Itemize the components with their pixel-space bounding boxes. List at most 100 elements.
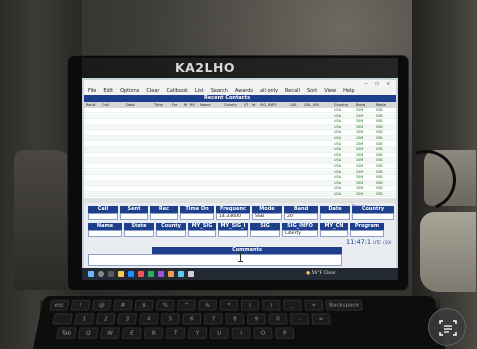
app-icon[interactable] bbox=[138, 271, 144, 277]
keyboard-key[interactable]: - bbox=[289, 313, 310, 325]
table-row[interactable]: USA 20M SSB bbox=[84, 130, 396, 136]
field-my-sig-i[interactable] bbox=[218, 230, 248, 237]
keyboard-key[interactable]: ) bbox=[262, 299, 281, 311]
keyboard-key[interactable]: Backspace bbox=[325, 299, 363, 311]
field-mode[interactable]: SSB bbox=[252, 213, 282, 220]
keyboard-key[interactable]: 6 bbox=[182, 313, 202, 325]
keyboard-key[interactable]: W bbox=[99, 327, 121, 339]
table-row[interactable]: USA 20M SSB bbox=[84, 192, 396, 198]
field-state[interactable] bbox=[124, 230, 154, 237]
field-rec[interactable] bbox=[150, 213, 178, 220]
field-frequenc[interactable]: 14.33600 bbox=[216, 213, 250, 220]
table-row[interactable]: USA 20M SSB bbox=[84, 175, 396, 181]
menu-item-sort[interactable]: Sort bbox=[307, 87, 317, 95]
field-call[interactable] bbox=[88, 213, 118, 220]
table-row[interactable]: USA 20M SSB bbox=[84, 180, 396, 187]
table-row[interactable]: USA 20M SSB bbox=[84, 108, 396, 114]
menu-item-all-only[interactable]: all only bbox=[260, 87, 278, 95]
keyboard-key[interactable] bbox=[52, 313, 73, 325]
keyboard-key[interactable]: T bbox=[165, 327, 186, 339]
keyboard-key[interactable]: Q bbox=[77, 327, 99, 339]
field-date[interactable] bbox=[320, 213, 350, 220]
app-icon[interactable] bbox=[188, 271, 194, 277]
table-row[interactable]: USA 20M SSB bbox=[84, 158, 396, 164]
menu-item-view[interactable]: View bbox=[324, 87, 336, 95]
window-controls[interactable]: — ☐ ✕ bbox=[364, 80, 393, 87]
keyboard-key[interactable]: 5 bbox=[160, 313, 180, 325]
keyboard-key[interactable]: 4 bbox=[139, 313, 159, 325]
keyboard-key[interactable]: Y bbox=[187, 327, 207, 339]
keyboard-key[interactable]: I bbox=[231, 327, 251, 339]
menu-item-callbook[interactable]: Callbook bbox=[166, 87, 188, 95]
table-row[interactable]: USA 20M SSB bbox=[84, 186, 396, 192]
keyboard-key[interactable]: Tab bbox=[55, 327, 77, 339]
start-icon[interactable] bbox=[88, 271, 94, 277]
keyboard-key[interactable]: $ bbox=[134, 299, 154, 311]
field-country[interactable] bbox=[352, 213, 394, 220]
search-icon[interactable] bbox=[98, 271, 104, 277]
menu-item-search[interactable]: Search bbox=[211, 87, 228, 95]
field-band[interactable]: 20 bbox=[284, 213, 318, 220]
table-row[interactable]: USA 20M SSB bbox=[84, 113, 396, 119]
file-explorer-icon[interactable] bbox=[118, 271, 124, 277]
keyboard-key[interactable]: 7 bbox=[203, 313, 223, 325]
table-row[interactable]: USA 20M SSB bbox=[84, 147, 396, 153]
keyboard-key[interactable]: 1 bbox=[74, 313, 95, 325]
keyboard-key[interactable]: O bbox=[253, 327, 273, 339]
keyboard-key[interactable]: @ bbox=[91, 299, 112, 311]
app-icon[interactable] bbox=[178, 271, 184, 277]
menu-item-options[interactable]: Options bbox=[120, 87, 139, 95]
field-sent[interactable] bbox=[120, 213, 148, 220]
keyboard-key[interactable]: 8 bbox=[225, 313, 245, 325]
app-icon[interactable] bbox=[168, 271, 174, 277]
app-icon[interactable] bbox=[148, 271, 154, 277]
keyboard-key[interactable]: # bbox=[113, 299, 133, 311]
keyboard-key[interactable]: _ bbox=[283, 299, 302, 311]
menu-item-list[interactable]: List bbox=[195, 87, 204, 95]
taskbar-weather[interactable]: ● 56°F Clear bbox=[306, 271, 336, 276]
keyboard-key[interactable]: ^ bbox=[177, 299, 196, 311]
field-name[interactable] bbox=[88, 230, 122, 237]
field-sig-info[interactable]: Liberty bbox=[282, 230, 318, 237]
keyboard-key[interactable]: 9 bbox=[247, 313, 266, 325]
keyboard-key[interactable]: = bbox=[311, 313, 331, 325]
contacts-table[interactable]: Rec# Call Date Time Fre M RS Name County ST Id SIG_… bbox=[84, 102, 396, 198]
menu-item-clear[interactable]: Clear bbox=[146, 87, 159, 95]
menu-item-awards[interactable]: Awards bbox=[235, 87, 253, 95]
keyboard-key[interactable]: 2 bbox=[95, 313, 116, 325]
keyboard-key[interactable]: esc bbox=[49, 299, 70, 311]
field-program[interactable] bbox=[350, 230, 384, 237]
keyboard-key[interactable]: & bbox=[198, 299, 217, 311]
field-sig[interactable] bbox=[250, 230, 280, 237]
table-row[interactable]: USA 20M SSB bbox=[84, 142, 396, 147]
app-icon[interactable] bbox=[158, 271, 164, 277]
menu-item-edit[interactable]: Edit bbox=[103, 87, 113, 95]
scan-text-button[interactable] bbox=[428, 308, 466, 346]
keyboard-key[interactable]: * bbox=[219, 299, 238, 311]
field-my-sig[interactable] bbox=[188, 230, 216, 237]
table-row[interactable]: USA 20M SSB bbox=[84, 136, 396, 142]
keyboard-key[interactable]: % bbox=[155, 299, 175, 311]
keyboard-key[interactable]: 3 bbox=[117, 313, 138, 325]
menu-item-help[interactable]: Help bbox=[343, 87, 354, 95]
keyboard-key[interactable]: + bbox=[304, 299, 324, 311]
table-row[interactable]: USA 20M SSB bbox=[84, 153, 396, 159]
keyboard-key[interactable]: ! bbox=[70, 299, 91, 311]
comments-field[interactable] bbox=[88, 254, 342, 266]
keyboard-key[interactable]: P bbox=[275, 327, 295, 339]
menu-item-recall[interactable]: Recall bbox=[285, 87, 300, 95]
keyboard-key[interactable]: U bbox=[209, 327, 229, 339]
field-time-on[interactable] bbox=[180, 213, 214, 220]
table-row[interactable]: USA 20M SSB bbox=[84, 119, 396, 125]
table-row[interactable]: USA 20M SSB bbox=[84, 124, 396, 131]
table-row[interactable]: USA 20M SSB bbox=[84, 164, 396, 170]
table-row[interactable]: USA 20M SSB bbox=[84, 169, 396, 175]
field-my-cn[interactable] bbox=[320, 230, 348, 237]
field-county[interactable] bbox=[156, 230, 186, 237]
keyboard-key[interactable]: ( bbox=[241, 299, 260, 311]
task-view-icon[interactable] bbox=[108, 271, 114, 277]
menu-item-file[interactable]: File bbox=[88, 87, 96, 95]
keyboard-key[interactable]: 0 bbox=[268, 313, 288, 325]
edge-icon[interactable] bbox=[128, 271, 134, 277]
keyboard-key[interactable]: E bbox=[121, 327, 142, 339]
